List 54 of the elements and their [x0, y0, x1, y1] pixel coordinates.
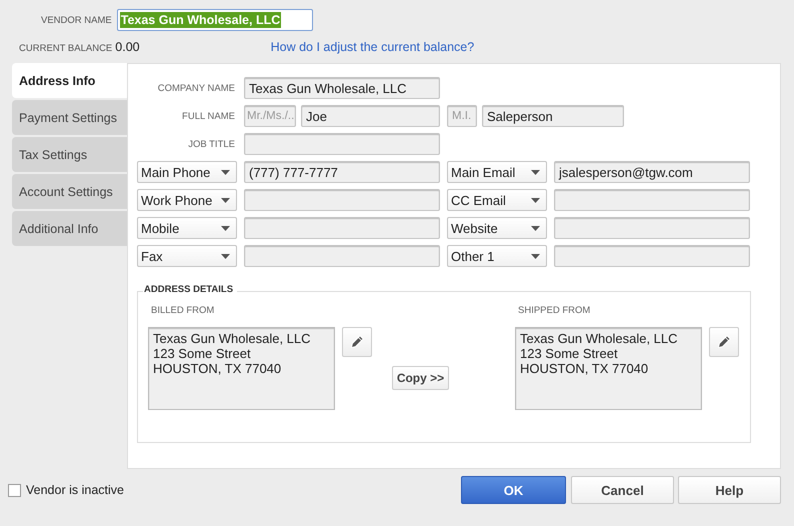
dialog-button[interactable]: Cancel: [571, 476, 674, 504]
full-name-label: FULL NAME: [181, 110, 236, 122]
pencil-icon: [350, 335, 364, 349]
copy-button[interactable]: Copy >>: [392, 366, 449, 390]
caret-icon: [531, 170, 540, 174]
billed-from-label: BILLED FROM: [151, 305, 216, 316]
job-title-label: JOB TITLE: [187, 138, 236, 150]
contact-type-dropdown[interactable]: Fax: [137, 245, 237, 267]
contact-type-dropdown[interactable]: Main Phone: [137, 161, 237, 183]
contact-field[interactable]: jsalesperson@tgw.com: [554, 161, 750, 183]
contact-type-dropdown[interactable]: Other 1: [447, 245, 547, 267]
caret-icon: [221, 254, 230, 258]
tab[interactable]: Address Info: [12, 63, 127, 98]
shipped-from-label: SHIPPED FROM: [518, 305, 592, 316]
caret-icon: [221, 170, 230, 174]
caret-icon: [531, 254, 540, 258]
contact-field[interactable]: [554, 189, 750, 211]
last-name-field[interactable]: Saleperson: [482, 105, 624, 127]
tab[interactable]: Tax Settings: [12, 137, 127, 172]
caret-icon: [531, 198, 540, 202]
contact-field[interactable]: [244, 189, 440, 211]
address-field[interactable]: Texas Gun Wholesale, LLC 123 Some Street HOUSTON, TX 77040: [148, 327, 335, 410]
inactive-label: Vendor is inactive: [26, 483, 124, 497]
contact-type-dropdown[interactable]: Main Email: [447, 161, 547, 183]
contact-type-dropdown[interactable]: Website: [447, 217, 547, 239]
address-details-title: ADDRESS DETAILS: [143, 284, 238, 295]
contact-field[interactable]: [554, 217, 750, 239]
vendor-name-label: VENDOR NAME: [41, 14, 112, 26]
contact-field[interactable]: (777) 777-7777: [244, 161, 440, 183]
balance-value: 0.00: [115, 40, 140, 54]
tab[interactable]: Account Settings: [12, 174, 127, 209]
caret-icon: [221, 198, 230, 202]
contact-type-dropdown[interactable]: CC Email: [447, 189, 547, 211]
pencil-icon: [717, 335, 731, 349]
job-title-field[interactable]: [244, 133, 440, 155]
balance-label: CURRENT BALANCE: [19, 43, 112, 54]
company-name-field[interactable]: Texas Gun Wholesale, LLC: [244, 77, 440, 99]
contact-field[interactable]: [244, 245, 440, 267]
edit-button[interactable]: [342, 327, 372, 357]
tab[interactable]: Payment Settings: [12, 100, 127, 135]
dialog-button[interactable]: Help: [678, 476, 781, 504]
contact-type-dropdown[interactable]: Mobile: [137, 217, 237, 239]
contact-field[interactable]: [244, 217, 440, 239]
address-field[interactable]: Texas Gun Wholesale, LLC 123 Some Street HOUSTON, TX 77040: [515, 327, 702, 410]
contact-type-dropdown[interactable]: Work Phone: [137, 189, 237, 211]
caret-icon: [221, 226, 230, 230]
caret-icon: [531, 226, 540, 230]
tab[interactable]: Additional Info: [12, 211, 127, 246]
contact-field[interactable]: [554, 245, 750, 267]
first-name-field[interactable]: Joe: [301, 105, 440, 127]
edit-button[interactable]: [709, 327, 739, 357]
company-name-label: COMPANY NAME: [156, 82, 236, 94]
dialog-button[interactable]: OK: [461, 476, 566, 504]
help-link[interactable]: How do I adjust the current balance?: [270, 40, 474, 54]
